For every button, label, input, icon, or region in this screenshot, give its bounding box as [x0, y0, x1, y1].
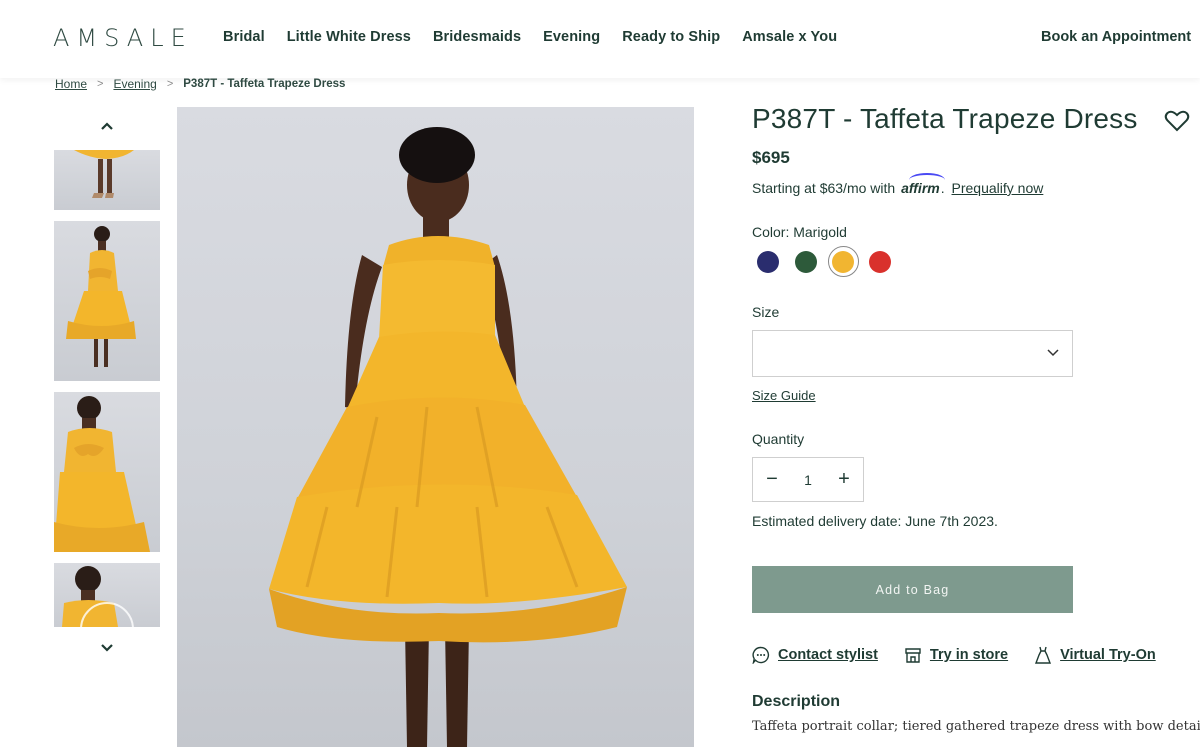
main-nav: Bridal Little White Dress Bridesmaids Ev… — [223, 29, 859, 45]
chevron-down-icon — [1047, 349, 1059, 357]
affirm-text: Starting at $63/mo with — [752, 180, 896, 196]
color-swatch-navy[interactable] — [757, 251, 779, 273]
nav-amsale-x-you[interactable]: Amsale x You — [742, 29, 837, 45]
affirm-logo: affirm — [901, 173, 946, 196]
product-title: P387T - Taffeta Trapeze Dress — [752, 103, 1138, 134]
product-thumbnail[interactable] — [54, 392, 160, 552]
description-text: Taffeta portrait collar; tiered gathered… — [752, 719, 1200, 734]
breadcrumb: Home > Evening > P387T - Taffeta Trapeze… — [55, 77, 345, 91]
estimated-delivery: Estimated delivery date: June 7th 2023. — [752, 513, 998, 529]
contact-stylist-link[interactable]: Contact stylist — [752, 646, 878, 664]
color-label: Color: Marigold — [752, 224, 847, 240]
breadcrumb-separator: > — [97, 78, 104, 90]
affirm-financing: Starting at $63/mo with affirm. Prequali… — [752, 173, 1044, 196]
nav-bridal[interactable]: Bridal — [223, 29, 265, 45]
product-thumbnail[interactable] — [54, 150, 160, 210]
breadcrumb-separator: > — [166, 78, 174, 90]
quantity-increase-button[interactable]: + — [825, 458, 863, 501]
dress-icon — [1035, 646, 1052, 664]
quantity-value: 1 — [804, 471, 812, 488]
service-links: Contact stylist Try in store Virtual Try… — [752, 646, 1182, 664]
heart-icon[interactable] — [1164, 109, 1190, 133]
quantity-decrease-button[interactable]: − — [753, 458, 791, 501]
size-select[interactable] — [752, 330, 1073, 377]
quantity-label: Quantity — [752, 431, 805, 447]
product-price: $695 — [752, 148, 790, 167]
breadcrumb-home[interactable]: Home — [55, 77, 87, 91]
color-swatch-green[interactable] — [795, 251, 817, 273]
book-appointment-link[interactable]: Book an Appointment — [1041, 29, 1191, 45]
store-icon — [905, 648, 921, 663]
prequalify-link[interactable]: Prequalify now — [952, 180, 1044, 196]
quantity-stepper: − 1 + — [752, 457, 864, 502]
nav-bridesmaids[interactable]: Bridesmaids — [433, 29, 521, 45]
size-guide-link[interactable]: Size Guide — [752, 388, 816, 403]
color-swatch-red[interactable] — [869, 251, 891, 273]
size-label: Size — [752, 304, 780, 320]
description-heading: Description — [752, 693, 841, 710]
nav-ready-to-ship[interactable]: Ready to Ship — [622, 29, 720, 45]
chevron-down-icon[interactable] — [99, 639, 115, 655]
product-thumbnail[interactable] — [54, 563, 160, 627]
virtual-try-on-link[interactable]: Virtual Try-On — [1034, 646, 1156, 664]
chevron-up-icon[interactable] — [99, 119, 115, 135]
breadcrumb-current: P387T - Taffeta Trapeze Dress — [183, 78, 346, 90]
product-main-image[interactable] — [177, 107, 694, 747]
nav-little-white-dress[interactable]: Little White Dress — [287, 29, 411, 45]
product-thumbnail[interactable] — [54, 221, 160, 381]
breadcrumb-evening[interactable]: Evening — [113, 77, 156, 91]
brand-logo[interactable]: AMSALE — [53, 24, 193, 52]
add-to-bag-button[interactable]: Add to Bag — [752, 566, 1073, 613]
try-in-store-link[interactable]: Try in store — [904, 646, 1008, 664]
site-header: AMSALE Bridal Little White Dress Bridesm… — [0, 0, 1200, 78]
chat-bubble-icon — [752, 646, 770, 664]
nav-evening[interactable]: Evening — [543, 29, 600, 45]
color-swatch-marigold[interactable] — [832, 251, 854, 273]
